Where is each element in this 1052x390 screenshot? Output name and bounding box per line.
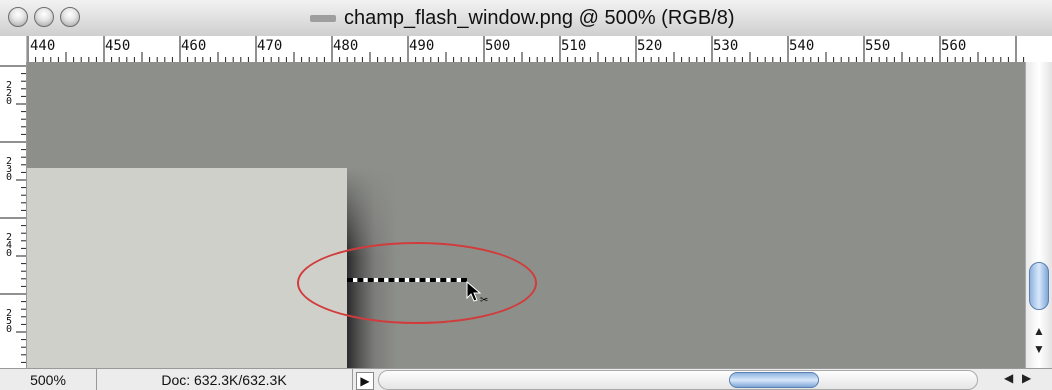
highlight-ellipse <box>297 242 537 324</box>
ruler-label-h: 460 <box>181 38 207 54</box>
horizontal-scrollbar[interactable] <box>378 370 978 390</box>
close-button-icon[interactable] <box>8 7 28 27</box>
zoom-level-field[interactable]: 500% <box>0 369 97 390</box>
document-window: champ_flash_window.png @ 500% (RGB/8) 44… <box>0 0 1052 390</box>
image-canvas[interactable]: ✂ <box>27 62 1025 368</box>
ruler-label-v: 2 4 0 <box>6 232 13 259</box>
scroll-right-arrow-icon[interactable]: ▶ <box>1022 371 1031 385</box>
horizontal-scroll-thumb[interactable] <box>729 372 819 388</box>
ruler-label-h: 520 <box>637 38 663 54</box>
horizontal-ruler: 440 450 460 470 480 490 500 510 520 530 … <box>0 36 1052 63</box>
minimize-button-icon[interactable] <box>34 7 54 27</box>
ruler-label-h: 500 <box>485 38 511 54</box>
proxy-icon[interactable] <box>310 14 336 22</box>
ruler-label-h: 550 <box>865 38 891 54</box>
ruler-label-h: 470 <box>257 38 283 54</box>
ruler-label-h: 450 <box>105 38 131 54</box>
ruler-label-h: 510 <box>561 38 587 54</box>
title-area: champ_flash_window.png @ 500% (RGB/8) <box>310 6 735 30</box>
ruler-ticks-h <box>27 36 1025 62</box>
ruler-label-v: 2 3 0 <box>6 156 13 183</box>
status-bar: 500% Doc: 632.3K/632.3K ▶ ◀ ▶ <box>0 368 1052 390</box>
scroll-up-arrow-icon[interactable]: ▲ <box>1033 324 1045 338</box>
ruler-label-h: 480 <box>333 38 359 54</box>
vertical-ruler: 2 2 0 2 3 0 2 4 0 2 5 0 <box>0 62 27 368</box>
document-size-info: Doc: 632.3K/632.3K <box>96 369 353 390</box>
ruler-label-h: 540 <box>789 38 815 54</box>
scroll-left-arrow-icon[interactable]: ◀ <box>1004 371 1013 385</box>
ruler-label-v: 2 2 0 <box>6 80 13 107</box>
zoom-button-icon[interactable] <box>60 7 80 27</box>
vertical-scrollbar[interactable]: ▲ ▼ <box>1025 62 1052 368</box>
ruler-label-h: 490 <box>409 38 435 54</box>
ruler-label-v: 2 5 0 <box>6 308 13 335</box>
ruler-label-h: 560 <box>941 38 967 54</box>
light-panel-region <box>27 168 347 368</box>
window-title: champ_flash_window.png @ 500% (RGB/8) <box>344 6 735 29</box>
ruler-label-h: 440 <box>30 38 56 54</box>
vertical-scroll-thumb[interactable] <box>1029 262 1049 310</box>
title-bar[interactable]: champ_flash_window.png @ 500% (RGB/8) <box>0 0 1052 37</box>
status-menu-arrow-icon[interactable]: ▶ <box>356 372 374 390</box>
scroll-down-arrow-icon[interactable]: ▼ <box>1033 342 1045 356</box>
ruler-label-h: 530 <box>713 38 739 54</box>
